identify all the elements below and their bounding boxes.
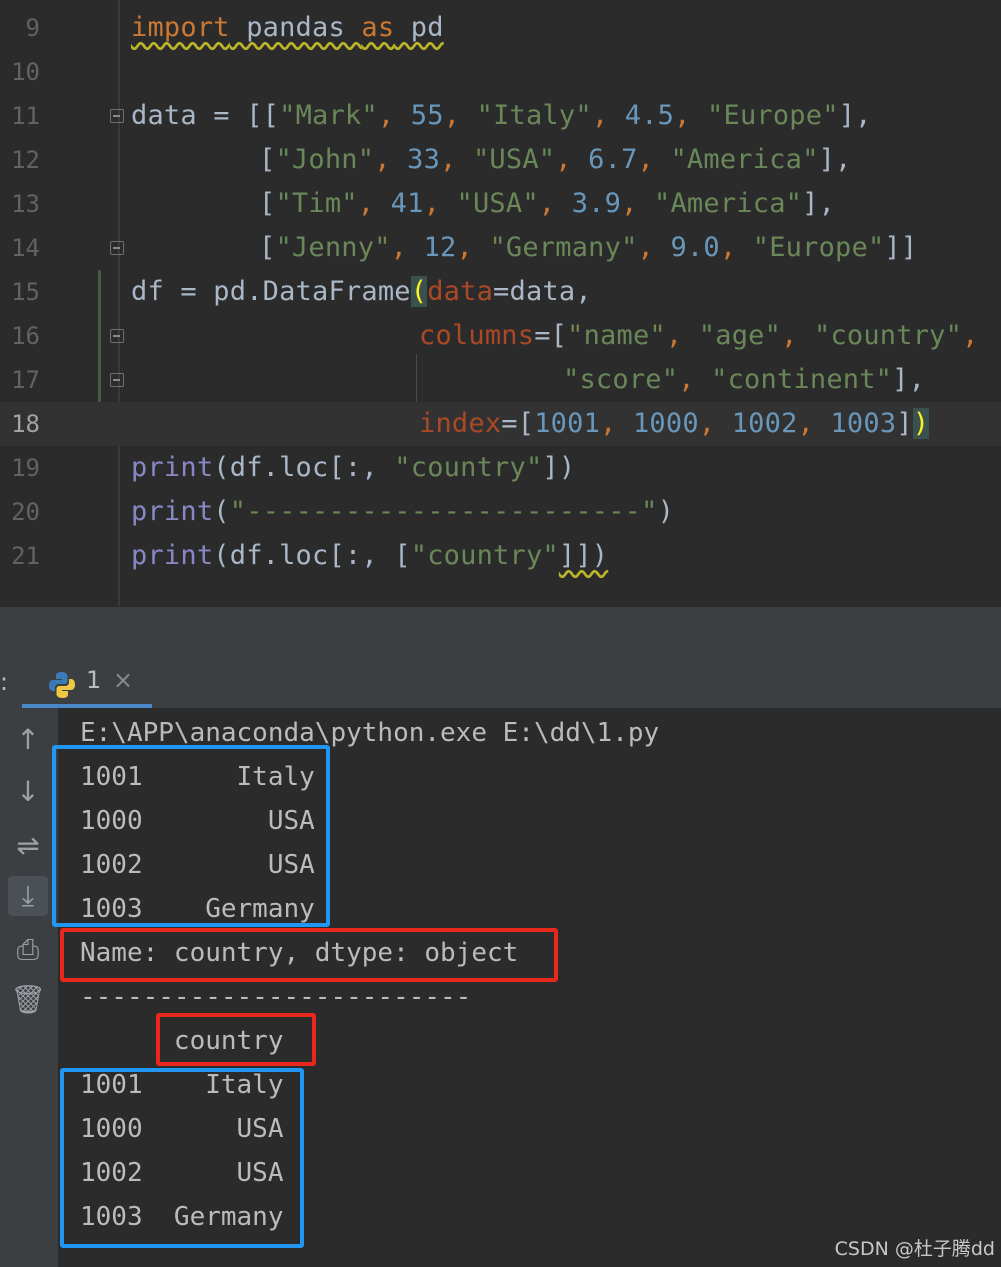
line-number: 21 [11, 542, 40, 570]
code-line[interactable]: 9 import pandas as pd [0, 6, 1001, 50]
code-text: ["Tim", 41, "USA", 3.9, "America"], [259, 188, 836, 219]
code-editor[interactable]: 9 import pandas as pd 10 11 data = [["Ma… [0, 0, 1001, 606]
watermark: CSDN @杜子腾dd [834, 1238, 995, 1260]
code-text: "score", "continent"], [563, 364, 926, 395]
code-text: index=[1001, 1000, 1002, 1003]) [419, 408, 930, 439]
line-number: 18 [11, 410, 40, 438]
fold-icon[interactable] [110, 109, 124, 123]
scroll-to-end-icon[interactable]: ⤓ [8, 876, 48, 916]
soft-wrap-icon[interactable]: ⇌ [8, 826, 48, 866]
code-line[interactable]: 21 print(df.loc[:, ["country"]]) [0, 534, 1001, 578]
fold-icon[interactable] [110, 329, 124, 343]
panel-splitter[interactable] [0, 606, 1001, 657]
python-icon [49, 672, 75, 698]
code-line[interactable]: 12 ["John", 33, "USA", 6.7, "America"], [0, 138, 1001, 182]
code-line[interactable]: 20 print("------------------------") [0, 490, 1001, 534]
code-text: columns=["name", "age", "country", [419, 320, 979, 351]
line-number: 14 [11, 234, 40, 262]
run-label: : [0, 668, 9, 696]
code-text: ["John", 33, "USA", 6.7, "America"], [259, 144, 852, 175]
code-text: df = pd.DataFrame(data=data, [131, 276, 592, 307]
code-text: ["Jenny", 12, "Germany", 9.0, "Europe"]] [259, 232, 918, 263]
run-tool-header: : 1 × [0, 656, 1001, 709]
fold-icon[interactable] [110, 241, 124, 255]
down-arrow-icon[interactable]: ↓ [8, 772, 48, 812]
code-line[interactable]: 14 ["Jenny", 12, "Germany", 9.0, "Europe… [0, 226, 1001, 270]
code-text: print("------------------------") [131, 496, 675, 527]
up-arrow-icon[interactable]: ↑ [8, 720, 48, 760]
highlight-box-column-header [156, 1013, 316, 1066]
print-icon[interactable]: ⎙ [8, 930, 48, 970]
trash-icon[interactable]: 🗑 [8, 980, 48, 1020]
line-number: 10 [11, 58, 40, 86]
highlight-box-dataframe [60, 1068, 304, 1248]
line-number: 16 [11, 322, 40, 350]
line-number: 17 [11, 366, 40, 394]
run-tab-label[interactable]: 1 [86, 666, 101, 694]
line-number: 9 [25, 14, 40, 42]
code-text: print(df.loc[:, "country"]) [131, 452, 576, 483]
code-line[interactable]: 13 ["Tim", 41, "USA", 3.9, "America"], [0, 182, 1001, 226]
code-text: print(df.loc[:, ["country"]]) [131, 540, 609, 571]
code-line[interactable]: 15 df = pd.DataFrame(data=data, [0, 270, 1001, 314]
close-tab-icon[interactable]: × [113, 666, 133, 694]
code-line[interactable]: 17 "score", "continent"], [0, 358, 1001, 402]
code-line[interactable]: 11 data = [["Mark", 55, "Italy", 4.5, "E… [0, 94, 1001, 138]
line-number: 12 [11, 146, 40, 174]
code-line[interactable]: 19 print(df.loc[:, "country"]) [0, 446, 1001, 490]
highlight-box-name-dtype [60, 928, 558, 982]
highlight-box-series [52, 745, 330, 927]
line-number: 15 [11, 278, 40, 306]
code-text: import pandas as pd [131, 12, 444, 43]
line-number: 11 [11, 102, 40, 130]
line-number: 19 [11, 454, 40, 482]
code-line[interactable]: 16 columns=["name", "age", "country", [0, 314, 1001, 358]
line-number: 20 [11, 498, 40, 526]
line-number: 13 [11, 190, 40, 218]
fold-icon[interactable] [110, 373, 124, 387]
code-text: data = [["Mark", 55, "Italy", 4.5, "Euro… [131, 100, 872, 131]
run-toolbar: ↑ ↓ ⇌ ⤓ ⎙ 🗑 [0, 708, 58, 1267]
code-line[interactable]: 10 [0, 50, 1001, 94]
code-line-current[interactable]: 18 index=[1001, 1000, 1002, 1003]) [0, 402, 1001, 446]
